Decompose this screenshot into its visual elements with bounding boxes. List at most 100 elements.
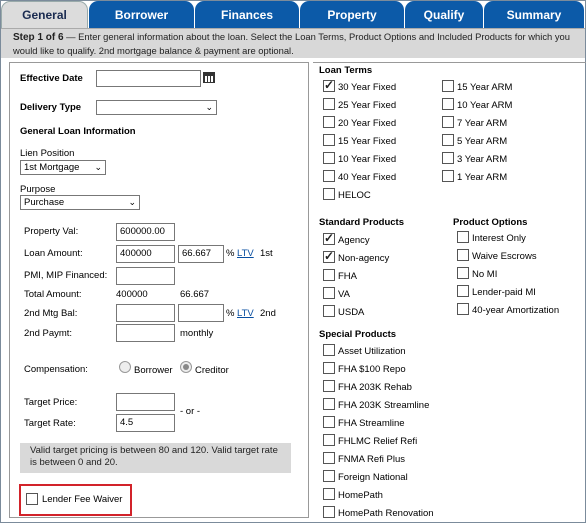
fha-100-repo-label: FHA $100 Repo [338,364,406,375]
fha-label: FHA [338,271,357,282]
interest-only-checkbox[interactable] [457,231,469,243]
fnma-refi-plus-checkbox[interactable] [323,452,335,464]
second-paymt-input[interactable] [116,324,175,342]
15-year-fixed-checkbox[interactable] [323,134,335,146]
fha-checkbox[interactable] [323,269,335,281]
property-val-input[interactable]: 600000.00 [116,223,175,241]
purpose-select[interactable]: Purchase ⌄ [20,195,140,210]
general-loan-info-heading: General Loan Information [20,126,136,137]
usda-label: USDA [338,307,365,318]
no-mi-checkbox[interactable] [457,267,469,279]
fha-203k-streamline-label: FHA 203K Streamline [338,400,430,411]
fhlmc-relief-refi-checkbox[interactable] [323,434,335,446]
3-year-arm-checkbox[interactable] [442,152,454,164]
usda-checkbox[interactable] [323,305,335,317]
15-year-arm-checkbox[interactable] [442,80,454,92]
10-year-fixed-label: 10 Year Fixed [338,154,397,165]
tab-bar: General Borrower Finances Property Quali… [1,1,585,28]
25-year-fixed-checkbox[interactable] [323,98,335,110]
chevron-down-icon: ⌄ [205,102,213,112]
lender-paid-mi-checkbox[interactable] [457,285,469,297]
total-amount-value: 400000 [116,289,148,300]
effective-date-label: Effective Date [20,73,83,84]
non-agency-label: Non-agency [338,253,390,264]
foreign-national-checkbox[interactable] [323,470,335,482]
pmi-label: PMI, MIP Financed: [24,270,108,281]
10-year-fixed-checkbox[interactable] [323,152,335,164]
ltv-input[interactable]: 66.667 [178,245,224,263]
delivery-type-label: Delivery Type [20,102,82,113]
borrower-radio[interactable] [119,361,131,373]
second-mtg-bal-label: 2nd Mtg Bal: [24,308,78,319]
loan-amount-input[interactable]: 400000 [116,245,175,263]
30-year-fixed-checkbox[interactable] [323,78,335,92]
delivery-type-select[interactable]: ⌄ [96,100,217,115]
40-year-fixed-label: 40 Year Fixed [338,172,397,183]
lien-position-select[interactable]: 1st Mortgage ⌄ [20,160,106,175]
second-mtg-bal-input[interactable] [116,304,175,322]
fha-100-repo-checkbox[interactable] [323,362,335,374]
total-amount-label: Total Amount: [24,289,82,300]
second-ltv-link[interactable]: LTV [237,308,254,319]
lien-position-label: Lien Position [20,148,75,159]
10-year-arm-label: 10 Year ARM [457,100,513,111]
ltv-second-label: 2nd [260,308,276,319]
effective-date-input[interactable] [96,70,201,87]
fha-203k-rehab-checkbox[interactable] [323,380,335,392]
products-panel: Loan Terms 30 Year Fixed 25 Year Fixed 20 … [313,62,586,522]
va-label: VA [338,289,350,300]
target-price-label: Target Price: [24,397,78,408]
fha-streamline-checkbox[interactable] [323,416,335,428]
tab-property[interactable]: Property [300,1,404,28]
tab-general[interactable]: General [1,1,88,28]
foreign-national-label: Foreign National [338,472,408,483]
tab-finances[interactable]: Finances [195,1,299,28]
heloc-label: HELOC [338,190,371,201]
15-year-fixed-label: 15 Year Fixed [338,136,397,147]
tab-summary[interactable]: Summary [484,1,584,28]
homepath-checkbox[interactable] [323,488,335,500]
target-rate-label: Target Rate: [24,418,76,429]
creditor-radio-label: Creditor [195,365,229,376]
20-year-fixed-checkbox[interactable] [323,116,335,128]
target-price-input[interactable] [116,393,175,411]
chevron-down-icon: ⌄ [128,197,136,207]
fha-203k-streamline-checkbox[interactable] [323,398,335,410]
step-instructions: Step 1 of 6 — Enter general information … [1,28,585,58]
10-year-arm-checkbox[interactable] [442,98,454,110]
tab-qualify[interactable]: Qualify [405,1,483,28]
homepath-renovation-label: HomePath Renovation [338,508,434,519]
heloc-checkbox[interactable] [323,188,335,200]
asset-utilization-checkbox[interactable] [323,344,335,356]
non-agency-checkbox[interactable] [323,249,335,263]
40-year-amortization-checkbox[interactable] [457,303,469,315]
second-ltv-input[interactable] [178,304,224,322]
target-rate-input[interactable]: 4.5 [116,414,175,432]
asset-utilization-label: Asset Utilization [338,346,406,357]
lender-fee-waiver-checkbox[interactable] [26,493,38,505]
va-checkbox[interactable] [323,287,335,299]
fha-streamline-label: FHA Streamline [338,418,405,429]
5-year-arm-checkbox[interactable] [442,134,454,146]
waive-escrows-checkbox[interactable] [457,249,469,261]
homepath-renovation-checkbox[interactable] [323,506,335,518]
creditor-radio[interactable] [180,361,192,373]
ltv-first-label: 1st [260,248,273,259]
monthly-label: monthly [180,328,214,339]
fnma-refi-plus-label: FNMA Refi Plus [338,454,406,465]
pmi-input[interactable] [116,267,175,285]
15-year-arm-label: 15 Year ARM [457,82,513,93]
step-dash: — [63,31,79,42]
loan-terms-heading: Loan Terms [319,65,373,76]
agency-checkbox[interactable] [323,231,335,245]
7-year-arm-checkbox[interactable] [442,116,454,128]
40-year-fixed-checkbox[interactable] [323,170,335,182]
borrower-radio-label: Borrower [134,365,173,376]
1-year-arm-checkbox[interactable] [442,170,454,182]
calendar-icon[interactable] [203,71,215,83]
3-year-arm-label: 3 Year ARM [457,154,508,165]
fha-203k-rehab-label: FHA 203K Rehab [338,382,412,393]
tab-borrower[interactable]: Borrower [89,1,194,28]
ltv-link[interactable]: LTV [237,248,254,259]
agency-label: Agency [338,235,370,246]
